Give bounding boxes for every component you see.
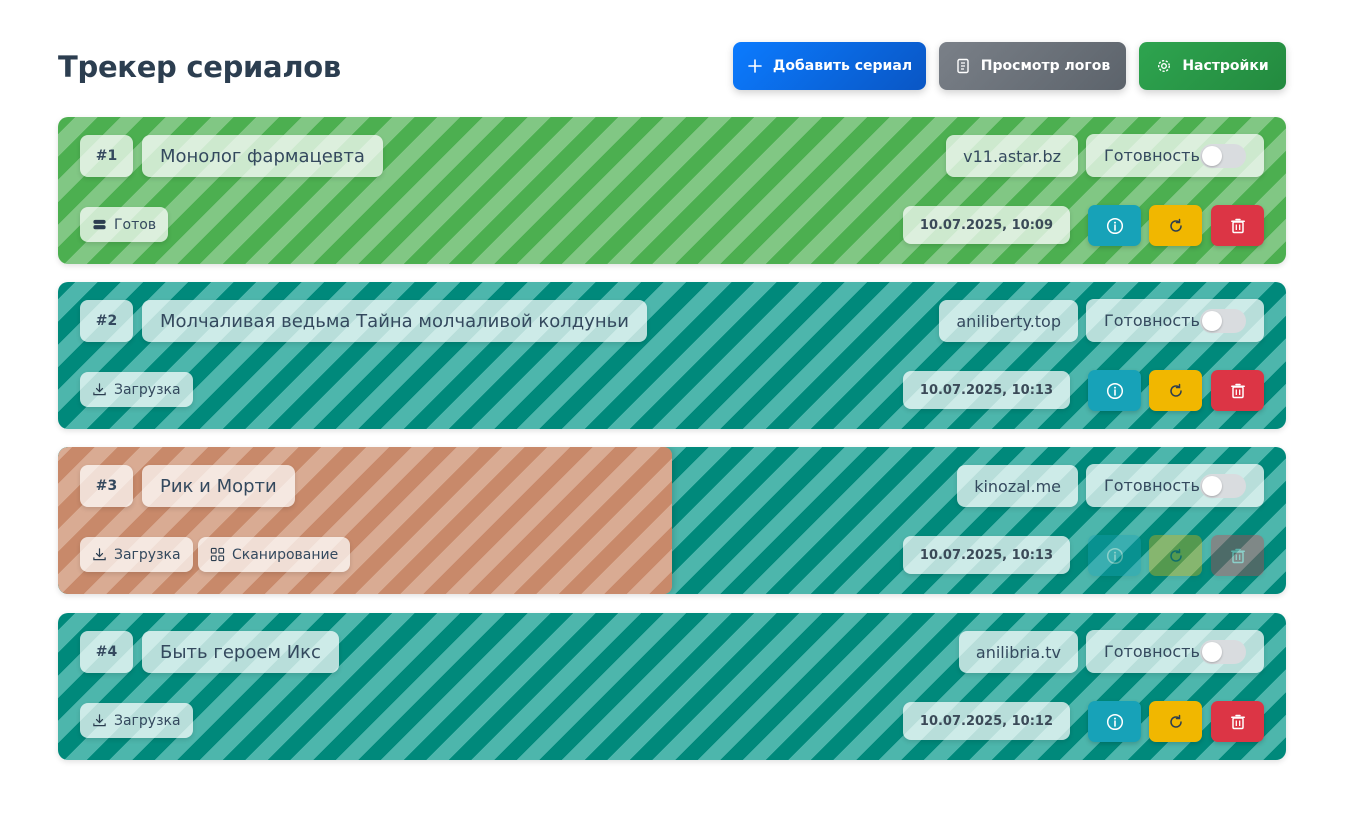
header: Трекер сериалов Добавить сериал Просмотр… [58, 42, 1286, 90]
info-button[interactable] [1088, 535, 1141, 576]
status-badge: Сканирование [198, 537, 351, 572]
series-number: #2 [80, 300, 133, 342]
add-series-button[interactable]: Добавить сериал [733, 42, 926, 90]
settings-label: Настройки [1182, 58, 1269, 74]
storage-icon [93, 219, 106, 230]
delete-button[interactable] [1211, 535, 1264, 576]
status-badge: Загрузка [80, 372, 193, 407]
settings-button[interactable]: Настройки [1139, 42, 1286, 90]
timestamp: 10.07.2025, 10:13 [902, 371, 1070, 409]
status-badge: Загрузка [80, 537, 193, 572]
info-icon [1106, 217, 1123, 234]
source-site: v11.astar.bz [946, 135, 1078, 177]
refresh-icon [1169, 383, 1182, 397]
ready-toggle[interactable] [1200, 144, 1246, 168]
delete-button[interactable] [1211, 205, 1264, 246]
info-button[interactable] [1088, 370, 1141, 411]
status-label: Загрузка [114, 381, 181, 398]
plus-icon [748, 59, 762, 73]
series-card: #1 Монолог фармацевта v11.astar.bz Готов… [58, 117, 1286, 264]
trash-icon [1230, 383, 1245, 398]
status-label: Загрузка [114, 546, 181, 563]
series-number: #1 [80, 135, 133, 177]
ready-toggle-container: Готовность [1086, 630, 1264, 673]
timestamp: 10.07.2025, 10:13 [902, 536, 1070, 574]
gear-icon [1158, 59, 1171, 73]
page-title: Трекер сериалов [58, 50, 341, 84]
series-card: #2 Молчаливая ведьма Тайна молчаливой ко… [58, 282, 1286, 429]
download-icon [93, 714, 106, 727]
series-number: #4 [80, 631, 133, 673]
trash-icon [1230, 714, 1245, 729]
ready-toggle-container: Готовность [1086, 464, 1264, 507]
ready-toggle-container: Готовность [1086, 299, 1264, 342]
add-series-label: Добавить сериал [772, 58, 913, 74]
ready-label: Готовность [1104, 642, 1200, 661]
info-button[interactable] [1088, 701, 1141, 742]
timestamp: 10.07.2025, 10:09 [902, 206, 1070, 244]
refresh-button[interactable] [1149, 205, 1202, 246]
series-card: #4 Быть героем Икс anilibria.tv Готовнос… [58, 613, 1286, 760]
refresh-icon [1169, 548, 1182, 562]
refresh-button[interactable] [1149, 701, 1202, 742]
view-logs-label: Просмотр логов [980, 58, 1111, 74]
trash-icon [1230, 218, 1245, 233]
source-site: aniliberty.top [939, 300, 1078, 342]
refresh-icon [1169, 218, 1182, 232]
series-title: Быть героем Икс [142, 631, 339, 673]
info-icon [1106, 382, 1123, 399]
source-site: anilibria.tv [958, 631, 1078, 673]
series-title: Рик и Морти [142, 465, 295, 507]
refresh-icon [1169, 714, 1182, 728]
series-card: #3 Рик и Морти kinozal.me Готовность Заг… [58, 447, 1286, 594]
ready-toggle[interactable] [1200, 640, 1246, 664]
series-title: Молчаливая ведьма Тайна молчаливой колду… [142, 300, 647, 342]
ready-label: Готовность [1104, 146, 1200, 165]
refresh-button[interactable] [1149, 535, 1202, 576]
info-icon [1106, 547, 1123, 564]
refresh-button[interactable] [1149, 370, 1202, 411]
trash-icon [1230, 548, 1245, 563]
ready-label: Готовность [1104, 476, 1200, 495]
ready-toggle[interactable] [1200, 474, 1246, 498]
view-logs-button[interactable]: Просмотр логов [939, 42, 1126, 90]
status-badge: Загрузка [80, 703, 193, 738]
status-badge: Готов [80, 207, 169, 242]
download-icon [93, 383, 106, 396]
journal-icon [957, 58, 969, 74]
ready-toggle-container: Готовность [1086, 134, 1264, 177]
info-button[interactable] [1088, 205, 1141, 246]
header-actions: Добавить сериал Просмотр логов Настройки [733, 42, 1286, 90]
scan-icon [210, 547, 225, 562]
delete-button[interactable] [1211, 370, 1264, 411]
source-site: kinozal.me [957, 465, 1078, 507]
timestamp: 10.07.2025, 10:12 [902, 702, 1070, 740]
series-title: Монолог фармацевта [142, 135, 383, 177]
delete-button[interactable] [1211, 701, 1264, 742]
status-label: Готов [114, 216, 157, 233]
info-icon [1106, 713, 1123, 730]
download-icon [93, 548, 106, 561]
status-label: Загрузка [114, 712, 181, 729]
ready-toggle[interactable] [1200, 309, 1246, 333]
status-label: Сканирование [232, 546, 339, 563]
series-number: #3 [80, 465, 133, 507]
ready-label: Готовность [1104, 311, 1200, 330]
